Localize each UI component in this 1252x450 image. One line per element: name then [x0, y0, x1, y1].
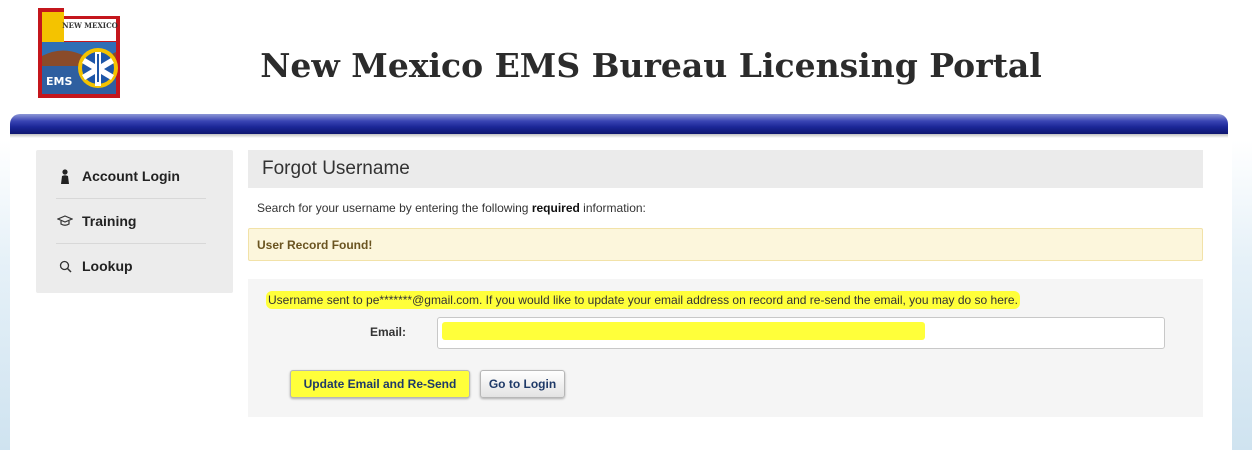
instruction-prefix: Search for your username by entering the… — [257, 201, 532, 215]
sidebar-item-lookup[interactable]: Lookup — [56, 244, 206, 288]
logo-text-top: NEW MEXICO — [62, 21, 118, 30]
graduation-cap-icon — [56, 215, 74, 227]
person-icon — [56, 168, 74, 184]
page-title: Forgot Username — [248, 150, 1203, 188]
instruction-suffix: information: — [579, 201, 646, 215]
email-input[interactable] — [437, 317, 1165, 349]
instruction-text: Search for your username by entering the… — [257, 201, 646, 215]
sidebar-item-label: Training — [82, 213, 137, 229]
instruction-required: required — [531, 201, 580, 215]
sidebar-item-label: Lookup — [82, 258, 133, 274]
search-icon — [56, 260, 74, 273]
header-bar — [10, 114, 1228, 134]
email-label: Email: — [370, 325, 407, 339]
username-sent-message: Username sent to pe*******@gmail.com. If… — [268, 293, 1018, 307]
sidebar-item-account-login[interactable]: Account Login — [56, 154, 206, 198]
sidebar: Account Login Training Lookup — [36, 150, 233, 293]
sidebar-item-training[interactable]: Training — [56, 199, 206, 243]
site-title: New Mexico EMS Bureau Licensing Portal — [260, 46, 1042, 85]
header-bar-shadow — [10, 134, 1228, 138]
sidebar-item-label: Account Login — [82, 168, 180, 184]
success-alert: User Record Found! — [248, 228, 1203, 261]
go-to-login-button[interactable]: Go to Login — [480, 370, 565, 398]
update-email-resend-button[interactable]: Update Email and Re-Send — [290, 370, 470, 398]
